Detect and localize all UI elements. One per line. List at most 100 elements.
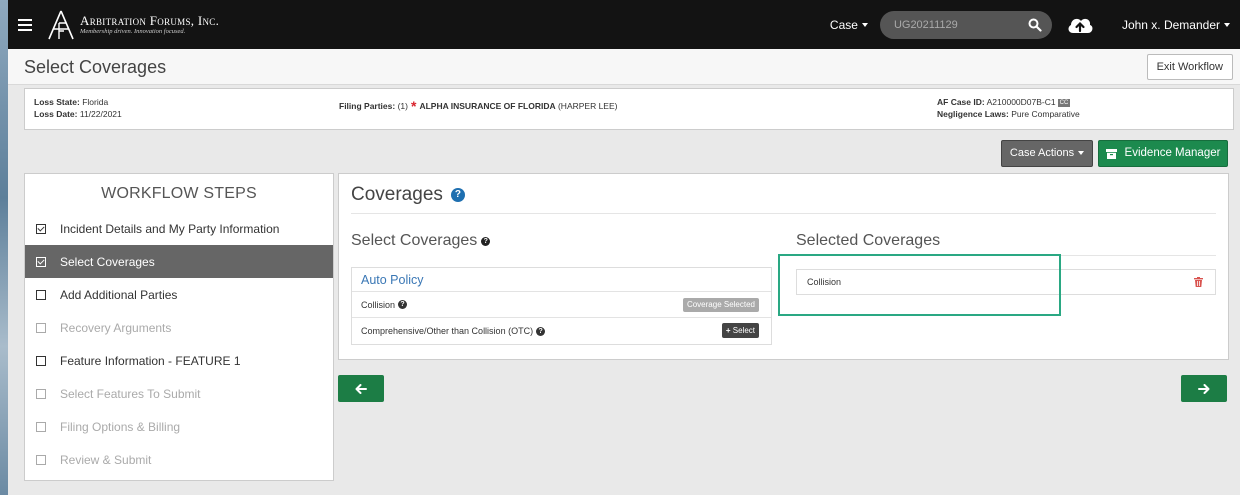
- coverage-selected-button[interactable]: Coverage Selected: [682, 298, 759, 312]
- case-id-info: AF Case ID: A210000D07B-C1 CC Negligence …: [937, 96, 1080, 120]
- workflow-step-label: Review & Submit: [60, 452, 152, 467]
- evidence-manager-button[interactable]: Evidence Manager: [1098, 140, 1228, 167]
- logo-name: Arbitration Forums, Inc.: [80, 12, 220, 28]
- coverages-heading: Coverages ?: [351, 184, 465, 206]
- caret-down-icon: [1078, 151, 1085, 156]
- caret-down-icon: [1224, 23, 1230, 28]
- required-star-icon: *: [410, 98, 417, 114]
- checkbox-empty-icon: [36, 355, 46, 366]
- case-dropdown-label: Case: [829, 17, 858, 32]
- workflow-step-list: Incident Details and My Party Informatio…: [25, 212, 333, 476]
- selected-coverage-label: Collision: [807, 277, 842, 287]
- page-title-bar: Select Coverages Exit Workflow: [8, 49, 1240, 85]
- loss-info: Loss State: Florida Loss Date: 11/22/202…: [34, 96, 122, 120]
- workflow-step-label: Filing Options & Billing: [60, 419, 181, 434]
- workflow-step[interactable]: Feature Information - FEATURE 1: [25, 344, 333, 377]
- coverage-label: Comprehensive/Other than Collision (OTC): [361, 326, 534, 336]
- workflow-step[interactable]: Select Coverages: [25, 245, 333, 278]
- selected-coverage-row: Collision: [796, 269, 1216, 295]
- coverage-row: Collision ? Coverage Selected: [352, 292, 771, 318]
- selected-coverages-heading: Selected Coverages: [796, 232, 940, 250]
- workflow-step-label: Recovery Arguments: [60, 320, 172, 335]
- workflow-step-label: Add Additional Parties: [60, 287, 178, 302]
- caret-down-icon: [861, 23, 868, 28]
- checkbox-empty-icon: [36, 388, 46, 399]
- coverages-panel: Coverages ? Select Coverages ? Selected …: [338, 173, 1229, 360]
- question-circle-icon[interactable]: ?: [450, 188, 465, 202]
- page-title: Select Coverages: [24, 57, 167, 77]
- divider: [796, 255, 1216, 256]
- hamburger-menu-icon[interactable]: [18, 16, 32, 34]
- negligence-label: Negligence Laws:: [937, 109, 1009, 119]
- cc-badge[interactable]: CC: [1057, 99, 1071, 107]
- desktop-background-edge: [0, 0, 8, 495]
- filing-party-contact: (HARPER LEE): [557, 101, 618, 111]
- exit-workflow-button[interactable]: Exit Workflow: [1146, 54, 1233, 80]
- case-info-panel: Loss State: Florida Loss Date: 11/22/202…: [24, 88, 1234, 130]
- filing-parties-count: (1): [397, 101, 408, 111]
- user-name: John x. Demander: [1121, 17, 1220, 32]
- loss-state-label: Loss State:: [34, 97, 80, 107]
- back-button[interactable]: [338, 375, 384, 402]
- case-search-box: [879, 10, 1052, 39]
- question-circle-icon[interactable]: ?: [481, 236, 491, 246]
- checkbox-empty-icon: [36, 421, 46, 432]
- cloud-upload-icon[interactable]: [1066, 14, 1094, 36]
- trash-icon[interactable]: [1194, 277, 1203, 287]
- workflow-title: WORKFLOW STEPS: [101, 185, 257, 202]
- archive-icon: [1105, 148, 1117, 159]
- workflow-step-label: Select Features To Submit: [60, 386, 201, 401]
- checkbox-empty-icon: [36, 454, 46, 465]
- arrow-right-icon: [1198, 383, 1210, 394]
- select-coverages-title: Select Coverages: [351, 232, 478, 249]
- workflow-step[interactable]: Add Additional Parties: [25, 278, 333, 311]
- arrow-left-icon: [355, 383, 367, 394]
- policy-card: Auto Policy Collision ? Coverage Selecte…: [351, 267, 772, 345]
- workflow-step-label: Feature Information - FEATURE 1: [60, 353, 241, 368]
- workflow-step-label: Incident Details and My Party Informatio…: [60, 221, 280, 236]
- filing-parties-label: Filing Parties:: [339, 101, 396, 111]
- checkbox-checked-icon: [36, 223, 46, 234]
- checkbox-empty-icon: [36, 322, 46, 333]
- coverage-row: Comprehensive/Other than Collision (OTC)…: [352, 318, 771, 344]
- logo[interactable]: Arbitration Forums, Inc. Membership driv…: [46, 9, 219, 41]
- selected-coverages-title: Selected Coverages: [796, 232, 941, 249]
- negligence-value: Pure Comparative: [1011, 109, 1080, 119]
- case-id-label: AF Case ID:: [937, 97, 985, 107]
- select-label: Select: [732, 326, 755, 335]
- loss-state-value: Florida: [82, 97, 109, 107]
- select-coverage-button[interactable]: + Select: [721, 323, 759, 338]
- workflow-step: Review & Submit: [25, 443, 333, 476]
- case-actions-label: Case Actions: [1009, 147, 1075, 159]
- loss-date-label: Loss Date:: [34, 109, 78, 119]
- policy-name: Auto Policy: [352, 268, 771, 292]
- select-coverages-heading: Select Coverages ?: [351, 232, 491, 250]
- question-circle-icon[interactable]: ?: [398, 300, 408, 309]
- workflow-step: Select Features To Submit: [25, 377, 333, 410]
- workflow-step: Filing Options & Billing: [25, 410, 333, 443]
- filing-parties: Filing Parties: (1) * ALPHA INSURANCE OF F…: [339, 98, 618, 114]
- user-menu-dropdown[interactable]: John x. Demander: [1122, 18, 1230, 32]
- coverage-label: Collision: [361, 299, 396, 310]
- workflow-step[interactable]: Incident Details and My Party Informatio…: [25, 212, 333, 245]
- evidence-manager-label: Evidence Manager: [1124, 147, 1221, 159]
- case-id-value: A210000D07B-C1: [986, 97, 1056, 107]
- plus-icon: +: [725, 326, 731, 335]
- divider: [351, 213, 1216, 214]
- question-circle-icon[interactable]: ?: [536, 326, 546, 336]
- case-actions-button[interactable]: Case Actions: [1001, 140, 1093, 167]
- top-navbar: Arbitration Forums, Inc. Membership driv…: [8, 0, 1240, 49]
- coverages-title: Coverages: [351, 184, 443, 205]
- search-icon[interactable]: [1028, 18, 1042, 32]
- app-window: Arbitration Forums, Inc. Membership driv…: [8, 0, 1240, 495]
- workflow-steps-panel: WORKFLOW STEPS Incident Details and My P…: [24, 173, 334, 481]
- case-dropdown[interactable]: Case: [830, 18, 868, 32]
- loss-date-value: 11/22/2021: [79, 109, 122, 119]
- workflow-step-label: Select Coverages: [60, 254, 155, 269]
- filing-party-name: ALPHA INSURANCE OF FLORIDA: [419, 101, 556, 111]
- case-search-input[interactable]: [879, 18, 1020, 31]
- af-logo-mark-icon: [48, 10, 74, 39]
- next-button[interactable]: [1181, 375, 1227, 402]
- checkbox-empty-icon: [36, 289, 46, 300]
- logo-tagline: Membership driven. Innovation focused.: [80, 27, 186, 35]
